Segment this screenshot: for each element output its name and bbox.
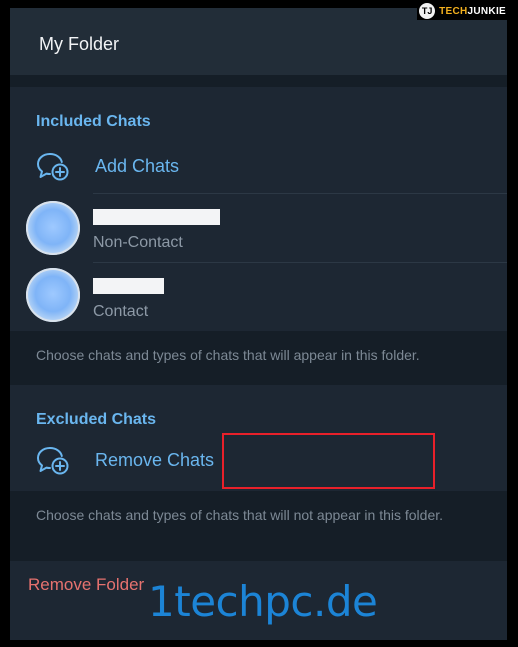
highlight-box [222, 433, 435, 489]
chat-row-contact[interactable]: Contact [10, 263, 507, 331]
add-chat-icon [37, 153, 69, 181]
chat-name-redacted [93, 278, 164, 294]
avatar [26, 201, 80, 255]
avatar [26, 268, 80, 322]
included-chats-section: Included Chats Add Chats Non-Contact Con… [10, 87, 507, 331]
watermark: 1techpc.de [148, 577, 378, 626]
section-divider [10, 75, 507, 87]
chat-type-label: Contact [93, 303, 149, 320]
excluded-hint-text: Choose chats and types of chats that wil… [36, 507, 444, 523]
included-hint-text: Choose chats and types of chats that wil… [36, 347, 420, 363]
techjunkie-logo: TJ TECHJUNKIE [417, 2, 510, 20]
chat-type-label: Non-Contact [93, 234, 183, 251]
remove-chats-button[interactable]: Remove Chats [36, 444, 236, 480]
page-title: My Folder [39, 34, 120, 54]
remove-chat-icon [37, 447, 69, 475]
telegram-folder-settings: My Folder Included Chats Add Chats Non-C… [10, 8, 507, 640]
chat-row-non-contact[interactable]: Non-Contact [10, 194, 507, 262]
logo-badge: TJ [419, 3, 436, 19]
included-hint-area: Choose chats and types of chats that wil… [10, 331, 507, 385]
excluded-hint-area: Choose chats and types of chats that wil… [10, 491, 507, 561]
remove-chats-label: Remove Chats [95, 450, 215, 470]
chat-name-redacted [93, 209, 220, 225]
remove-folder-button[interactable]: Remove Folder [28, 575, 144, 595]
add-chats-button[interactable]: Add Chats [36, 150, 236, 186]
excluded-chats-title: Excluded Chats [36, 411, 157, 428]
add-chats-label: Add Chats [95, 156, 180, 176]
logo-text: TECHJUNKIE [439, 5, 506, 17]
included-chats-title: Included Chats [36, 113, 151, 130]
